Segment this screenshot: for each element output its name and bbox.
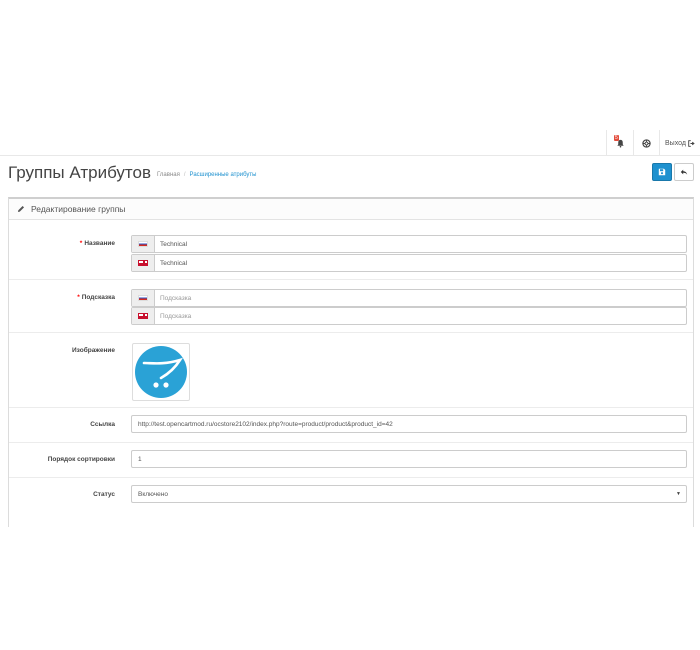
status-selected-value: Включено bbox=[138, 490, 168, 498]
language-addon-en bbox=[132, 308, 155, 324]
status-label: Статус bbox=[93, 491, 115, 498]
caret-down-icon: ▼ bbox=[676, 491, 681, 497]
hint-input-group-ru: Подсказка bbox=[131, 289, 687, 307]
russia-flag-icon bbox=[138, 295, 148, 301]
logout-label: Выход bbox=[665, 139, 686, 147]
form-row-hint: * Подсказка Подсказка Подсказка bbox=[9, 280, 693, 333]
pencil-icon bbox=[17, 205, 25, 213]
notification-badge: 5 bbox=[614, 135, 619, 141]
form-row-status: Статус Включено ▼ bbox=[9, 478, 693, 518]
image-label: Изображение bbox=[72, 347, 115, 354]
breadcrumb-home[interactable]: Главная bbox=[157, 172, 180, 178]
form-row-name: * Название Technical Technical bbox=[9, 220, 693, 280]
language-addon-en bbox=[132, 255, 155, 271]
reply-icon bbox=[680, 169, 688, 175]
breadcrumb-separator: / bbox=[183, 172, 186, 178]
save-icon bbox=[658, 168, 666, 176]
russia-flag-icon bbox=[138, 241, 148, 247]
breadcrumb-extended-attributes[interactable]: Расширенные атрибуты bbox=[190, 172, 257, 178]
language-addon-ru bbox=[132, 236, 155, 252]
hint-label: * Подсказка bbox=[77, 294, 115, 301]
life-ring-icon bbox=[642, 138, 651, 148]
image-thumbnail[interactable] bbox=[132, 343, 190, 401]
sign-out-icon bbox=[688, 139, 695, 147]
form-row-sort-order: Порядок сортировки 1 bbox=[9, 443, 693, 478]
top-navbar: 5 Выход bbox=[0, 130, 700, 156]
save-button[interactable] bbox=[652, 163, 672, 181]
form-row-image: Изображение bbox=[9, 333, 693, 408]
form-row-link: Ссылка http://test.opencartmod.ru/ocstor… bbox=[9, 408, 693, 443]
hint-input-en[interactable]: Подсказка bbox=[155, 308, 686, 324]
back-button[interactable] bbox=[674, 163, 694, 181]
panel-title: Редактирование группы bbox=[31, 204, 126, 214]
name-input-ru[interactable]: Technical bbox=[155, 236, 686, 252]
logout-button[interactable]: Выход bbox=[659, 130, 700, 156]
uk-flag-icon bbox=[138, 313, 148, 319]
name-input-group-ru: Technical bbox=[131, 235, 687, 253]
page-title: Группы Атрибутов bbox=[8, 163, 152, 182]
uk-flag-icon bbox=[138, 260, 148, 266]
help-button[interactable] bbox=[633, 130, 659, 156]
link-input[interactable]: http://test.opencartmod.ru/ocstore2102/i… bbox=[131, 415, 687, 433]
panel-heading: Редактирование группы bbox=[9, 199, 693, 220]
sort-order-label: Порядок сортировки bbox=[47, 456, 115, 463]
status-select[interactable]: Включено ▼ bbox=[131, 485, 687, 503]
language-addon-ru bbox=[132, 290, 155, 306]
name-input-group-en: Technical bbox=[131, 254, 687, 272]
link-label: Ссылка bbox=[90, 421, 115, 428]
page-header: Группы Атрибутов Главная / Расширенные а… bbox=[0, 157, 700, 197]
hint-input-ru[interactable]: Подсказка bbox=[155, 290, 686, 306]
edit-group-panel: Редактирование группы * Название Technica… bbox=[8, 197, 694, 527]
breadcrumb: Главная / Расширенные атрибуты bbox=[157, 172, 256, 178]
name-label: * Название bbox=[79, 240, 115, 247]
hint-input-group-en: Подсказка bbox=[131, 307, 687, 325]
opencart-cart-logo-icon bbox=[135, 346, 187, 398]
sort-order-input[interactable]: 1 bbox=[131, 450, 687, 468]
name-input-en[interactable]: Technical bbox=[155, 255, 686, 271]
notifications-button[interactable]: 5 bbox=[606, 130, 633, 156]
